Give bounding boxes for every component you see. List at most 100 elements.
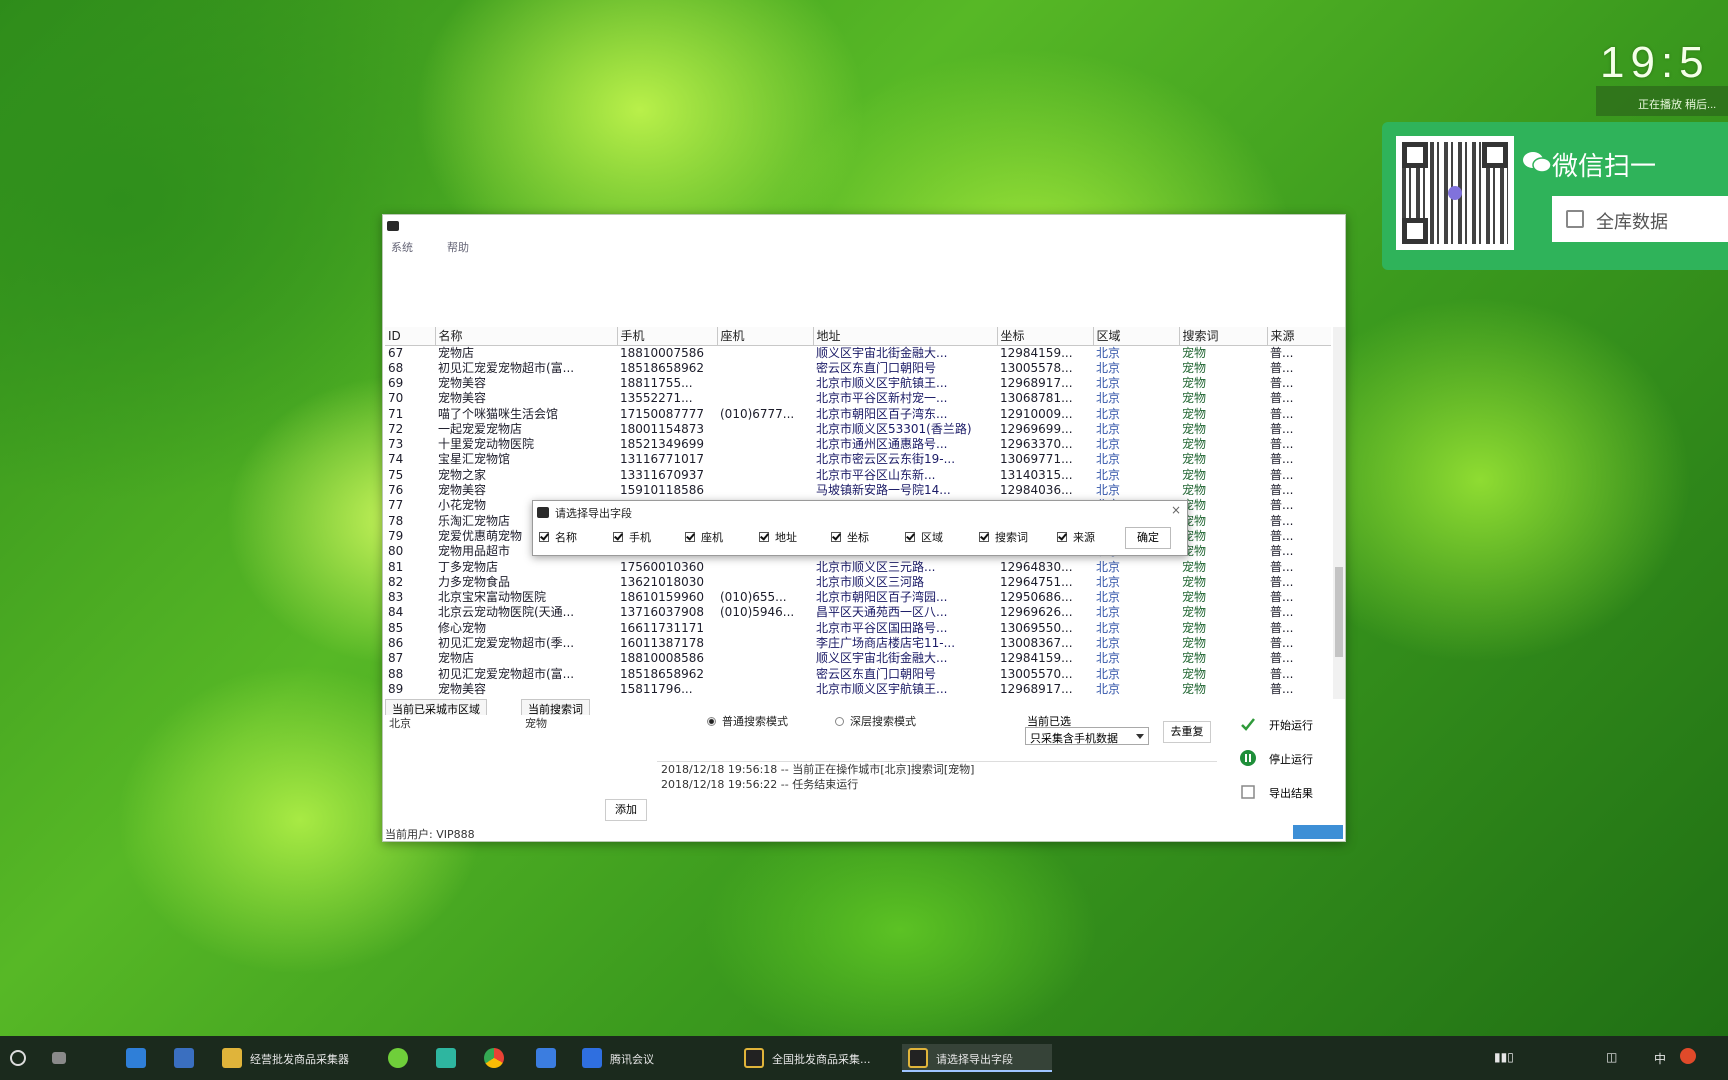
table-row[interactable]: 88 初见汇宠爱宠物超市(富... 18518658962 密云区东直门口朝阳号 130… — [385, 666, 1331, 681]
title-bar[interactable] — [383, 215, 1345, 237]
table-row[interactable]: 83 北京宝宋富动物医院 18610159960 (010)655... 北京市朝阳区百… — [385, 590, 1331, 605]
field-checkbox[interactable]: 手机 — [613, 529, 651, 545]
app-icon — [908, 1048, 928, 1068]
radio-deep-mode[interactable]: 深层搜索模式 — [835, 713, 916, 729]
table-row[interactable]: 86 初见汇宠爱宠物超市(季... 16011387178 李庄广场商店楼店宅11-.… — [385, 636, 1331, 651]
taskbar-app-meeting[interactable]: 腾讯会议 — [582, 1044, 702, 1072]
battery-icon[interactable]: ▮▮▯ — [1494, 1050, 1514, 1064]
col-header-address[interactable]: 地址 — [813, 327, 998, 346]
close-icon[interactable]: × — [1171, 503, 1181, 517]
table-row[interactable]: 84 北京云宠动物医院(天通... 13716037908 (010)5946... 昌… — [385, 605, 1331, 620]
add-button[interactable]: 添加 — [605, 799, 647, 821]
col-header-coords[interactable]: 坐标 — [997, 327, 1094, 346]
col-header-id[interactable]: ID — [385, 327, 436, 346]
table-row[interactable]: 74 宝星汇宠物馆 13116771017 北京市密云区云东街19-... 130697… — [385, 452, 1331, 467]
dialog-title: 请选择导出字段 — [555, 507, 632, 520]
export-button[interactable]: 导出结果 — [1235, 781, 1343, 805]
cell-mobile: 17560010360 — [620, 559, 704, 574]
tab-city-area[interactable]: 当前已采城市区域 — [385, 699, 487, 716]
taskbar-app-2[interactable] — [174, 1044, 202, 1072]
col-header-source[interactable]: 来源 — [1267, 327, 1331, 346]
table-row[interactable]: 82 力多宠物食品 13621018030 北京市顺义区三河路 12964751... 北… — [385, 575, 1331, 590]
start-button[interactable]: 开始运行 — [1235, 713, 1343, 737]
dedupe-button[interactable]: 去重复 — [1163, 721, 1211, 743]
taskbar-app-dialog[interactable]: 请选择导出字段 — [902, 1044, 1052, 1072]
table-row[interactable]: 75 宠物之家 13311670937 北京市平谷区山东新... 13140315...… — [385, 468, 1331, 483]
field-checkbox[interactable]: 搜索词 — [979, 529, 1028, 545]
taskbar-app-1[interactable] — [126, 1044, 154, 1072]
col-header-name[interactable]: 名称 — [435, 327, 618, 346]
cell-keyword: 宠物 — [1182, 620, 1207, 635]
table-row[interactable]: 72 一起宠爱宠物店 18001154873 北京市顺义区53301(香兰路) 1296… — [385, 422, 1331, 437]
checkbox-checked-icon — [539, 532, 549, 542]
cell-coords: 12910009... — [1000, 406, 1073, 421]
field-checkbox[interactable]: 名称 — [539, 529, 577, 545]
menu-help[interactable]: 帮助 — [447, 239, 469, 255]
table-row[interactable]: 89 宠物美容 15811796... 北京市顺义区宇航镇王... 12968917..… — [385, 682, 1331, 697]
filter-select[interactable]: 只采集含手机数据 — [1025, 727, 1149, 745]
cell-landline — [717, 666, 813, 681]
network-icon[interactable]: ◫ — [1606, 1050, 1617, 1064]
input-language[interactable]: 中 — [1654, 1050, 1666, 1067]
cell-name: 宠物美容 — [438, 391, 487, 406]
taskbar-app-7[interactable] — [536, 1044, 564, 1072]
field-checkbox[interactable]: 区域 — [905, 529, 943, 545]
wechat-widget[interactable]: 微信扫一 全库数据 — [1382, 122, 1728, 270]
cell-address: 北京市朝阳区百子湾园... — [816, 590, 948, 605]
col-header-mobile[interactable]: 手机 — [617, 327, 718, 346]
table-row[interactable]: 69 宠物美容 18811755... 北京市顺义区宇航镇王... 12968917..… — [385, 376, 1331, 391]
taskbar-app-collector[interactable]: 经营批发商品采集器 — [222, 1044, 372, 1072]
field-checkbox[interactable]: 来源 — [1057, 529, 1095, 545]
table-row[interactable]: 76 宠物美容 15910118586 马坡镇新安路一号院14... 12984036.… — [385, 483, 1331, 498]
taskbar-app-4[interactable] — [388, 1044, 416, 1072]
taskbar-app-6[interactable] — [484, 1044, 512, 1072]
taskbar-app-5[interactable] — [436, 1044, 464, 1072]
field-checkbox[interactable]: 坐标 — [831, 529, 869, 545]
table-row[interactable]: 71 喵了个咪猫咪生活会馆 17150087777 (010)6777... 北京市朝阳… — [385, 406, 1331, 421]
cell-keyword: 宠物 — [1182, 574, 1207, 589]
cell-coords: 13140315... — [1000, 467, 1073, 482]
field-checkbox[interactable]: 地址 — [759, 529, 797, 545]
table-row[interactable]: 68 初见汇宠爱宠物超市(富... 18518658962 密云区东直门口朝阳号 130… — [385, 361, 1331, 376]
table-row[interactable]: 81 丁多宠物店 17560010360 北京市顺义区三元路... 12964830..… — [385, 559, 1331, 574]
cell-id: 83 — [388, 590, 404, 605]
cell-area: 北京 — [1096, 483, 1121, 498]
export-button-label: 导出结果 — [1269, 787, 1313, 800]
table-row[interactable]: 67 宠物店 18810007586 顺义区宇宙北街金融大... 12984159...… — [385, 345, 1331, 361]
cell-area: 北京 — [1096, 391, 1121, 406]
taskbar-start-button[interactable] — [8, 1044, 32, 1072]
cell-id: 70 — [388, 391, 404, 406]
scrollbar-thumb[interactable] — [1335, 567, 1343, 657]
dialog-ok-button[interactable]: 确定 — [1125, 527, 1171, 549]
antivirus-icon[interactable] — [1680, 1048, 1696, 1064]
field-checkbox-label: 名称 — [555, 531, 577, 544]
table-row[interactable]: 70 宠物美容 13552271... 北京市平谷区新村宠一... 13068781..… — [385, 391, 1331, 406]
desktop-clock: 19:5 — [1600, 38, 1710, 87]
export-fields-dialog[interactable]: 请选择导出字段 × 名称 手机 座机 地址 坐标 区域 搜索词 来源 确定 — [532, 500, 1188, 556]
col-header-area[interactable]: 区域 — [1093, 327, 1180, 346]
cell-id: 85 — [388, 620, 404, 635]
radio-normal-mode[interactable]: 普通搜索模式 — [707, 713, 788, 729]
cell-source: 普... — [1270, 360, 1294, 375]
cell-coords: 12984159... — [1000, 345, 1073, 360]
cell-id: 74 — [388, 452, 404, 467]
table-row[interactable]: 73 十里爱宠动物医院 18521349699 北京市通州区通惠路号... 129633… — [385, 437, 1331, 452]
taskbar-app-collector-2[interactable]: 全国批发商品采集... — [744, 1044, 894, 1072]
col-header-keyword[interactable]: 搜索词 — [1179, 327, 1268, 346]
cell-keyword: 宠物 — [1182, 452, 1207, 467]
menu-system[interactable]: 系统 — [391, 239, 413, 255]
grid-scrollbar[interactable] — [1333, 327, 1345, 699]
table-row[interactable]: 87 宠物店 18810008586 顺义区宇宙北街金融大... 12984159...… — [385, 651, 1331, 666]
col-header-landline[interactable]: 座机 — [717, 327, 814, 346]
taskbar-task-view[interactable] — [52, 1044, 82, 1072]
table-row[interactable]: 85 修心宠物 16611731171 北京市平谷区国田路号... 13069550..… — [385, 621, 1331, 636]
cell-keyword: 宠物 — [1182, 544, 1207, 559]
field-checkbox[interactable]: 座机 — [685, 529, 723, 545]
wechat-widget-box[interactable]: 全库数据 — [1552, 196, 1728, 242]
stop-button[interactable]: 停止运行 — [1235, 747, 1343, 771]
tab-keyword[interactable]: 当前搜索词 — [521, 699, 590, 716]
chevron-down-icon — [1136, 734, 1144, 739]
cell-keyword: 宠物 — [1182, 528, 1207, 543]
cell-area: 北京 — [1096, 360, 1121, 375]
cell-id: 78 — [388, 513, 404, 528]
